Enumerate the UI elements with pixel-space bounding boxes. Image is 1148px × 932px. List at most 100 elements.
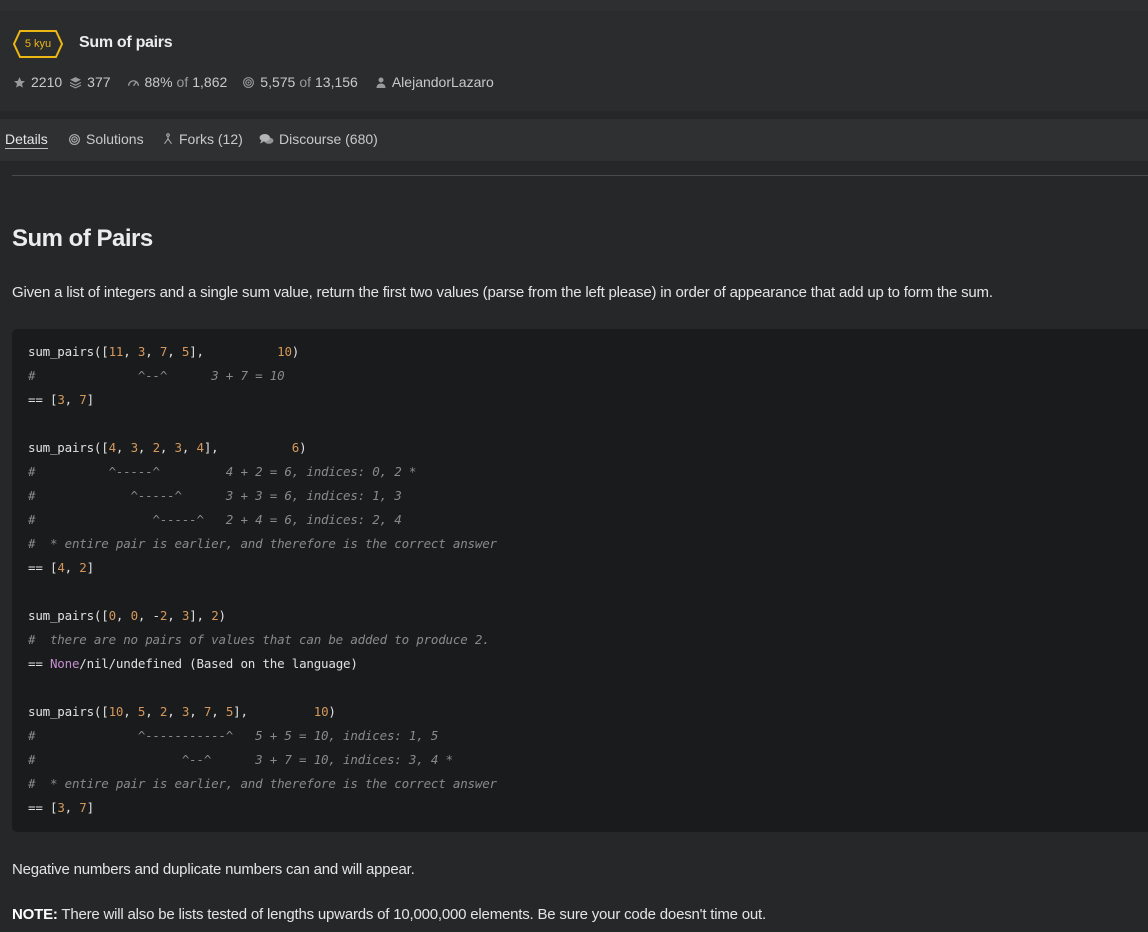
code-token: ,: [159, 440, 175, 455]
code-token: 2: [152, 440, 161, 455]
tab-discourse-label: Discourse (680): [279, 131, 378, 147]
target-icon: [243, 76, 255, 88]
top-strip: [0, 0, 1148, 11]
code-line: == [3, 7]: [28, 388, 94, 412]
code-token: ]: [86, 800, 95, 815]
code-token: ): [328, 704, 336, 719]
code-token: == [: [28, 560, 58, 575]
code-token: ): [218, 608, 227, 623]
code-line: sum_pairs([0, 0, -2, 3], 2): [28, 604, 226, 628]
code-token: sum_pairs([: [28, 704, 109, 719]
completed-stat: 5,575 of 13,156: [242, 74, 358, 90]
code-comment: # ^-----^ 3 + 3 = 6, indices: 1, 3: [28, 488, 402, 503]
tab-solutions[interactable]: Solutions: [68, 131, 144, 147]
stars-count: 2210: [31, 74, 63, 90]
description-paragraph: Negative numbers and duplicate numbers c…: [12, 861, 415, 878]
code-token: ],: [203, 440, 292, 455]
discourse-icon: [259, 133, 274, 144]
code-comment: # * entire pair is earlier, and therefor…: [28, 776, 497, 791]
code-token: ,: [189, 704, 204, 719]
code-comment: # ^-----^ 4 + 2 = 6, indices: 0, 2 *: [28, 464, 417, 479]
code-token: 7: [79, 800, 87, 815]
code-line: # there are no pairs of values that can …: [28, 628, 490, 652]
code-token: 3: [174, 440, 183, 455]
fork-icon: [164, 133, 172, 145]
code-line: sum_pairs([4, 3, 2, 3, 4], 6): [28, 436, 307, 460]
code-token: ,: [167, 704, 182, 719]
description-intro: Given a list of integers and a single su…: [12, 284, 993, 301]
code-token: 7: [79, 392, 87, 407]
tab-details[interactable]: Details: [5, 131, 48, 149]
code-token: ],: [233, 704, 314, 719]
kata-header: 5 kyu Sum of pairs 2210 377 88% of 1,862…: [0, 11, 1148, 111]
code-token: ,: [211, 704, 226, 719]
code-line: sum_pairs([11, 3, 7, 5], 10): [28, 340, 299, 364]
code-token: 6: [291, 440, 300, 455]
code-token: 10: [277, 344, 292, 359]
code-token: ,: [181, 440, 197, 455]
code-token: , -: [137, 608, 160, 623]
tab-solutions-label: Solutions: [86, 131, 144, 147]
kata-title: Sum of pairs: [79, 34, 173, 51]
stars-stat[interactable]: 2210: [13, 74, 62, 90]
code-token: ,: [64, 800, 80, 815]
code-token: ,: [145, 344, 160, 359]
code-token: 3: [130, 440, 139, 455]
collections-stat[interactable]: 377: [69, 74, 111, 90]
code-token: == [: [28, 392, 58, 407]
code-line: # ^-----^ 4 + 2 = 6, indices: 0, 2 *: [28, 460, 416, 484]
kata-tabs: Details Solutions Forks (12) Discourse (…: [0, 119, 1148, 161]
stats-row: 2210 377 88% of 1,862 5,575 of 13,156 Al…: [13, 73, 494, 91]
code-token: ,: [115, 608, 131, 623]
completed-count: 5,575: [260, 74, 296, 90]
author-name: AlejandorLazaro: [391, 74, 494, 90]
tab-forks[interactable]: Forks (12): [162, 131, 243, 147]
tab-discourse[interactable]: Discourse (680): [259, 131, 378, 147]
code-token: sum_pairs([: [28, 344, 109, 359]
rank-badge[interactable]: 5 kyu: [13, 30, 63, 58]
code-token: ],: [189, 608, 212, 623]
code-token: ,: [167, 344, 182, 359]
code-line: # ^-----^ 2 + 4 = 6, indices: 2, 4: [28, 508, 402, 532]
code-token: 0: [108, 608, 117, 623]
code-token: ]: [86, 392, 95, 407]
code-comment: # ^--^ 3 + 7 = 10, indices: 3, 4 *: [28, 752, 453, 767]
tab-details-label: Details: [5, 131, 48, 147]
code-comment: # ^-----------^ 5 + 5 = 10, indices: 1, …: [28, 728, 439, 743]
code-comment: # * entire pair is earlier, and therefor…: [28, 536, 497, 551]
description-heading: Sum of Pairs: [12, 225, 153, 252]
divider: [12, 175, 1148, 176]
code-token: None: [49, 656, 80, 671]
note-paragraph: NOTE: There will also be lists tested of…: [12, 906, 766, 923]
code-token: ,: [64, 392, 80, 407]
code-token: ,: [115, 440, 131, 455]
code-token: ,: [145, 704, 160, 719]
note-label: NOTE:: [12, 906, 58, 923]
code-token: 10: [108, 704, 124, 719]
code-token: 4: [196, 440, 205, 455]
code-token: 4: [57, 560, 65, 575]
code-token: ): [291, 344, 300, 359]
author-link[interactable]: AlejandorLazaro: [375, 74, 494, 90]
code-token: ,: [123, 344, 138, 359]
code-line: # * entire pair is earlier, and therefor…: [28, 772, 497, 796]
code-line: # ^--^ 3 + 7 = 10, indices: 3, 4 *: [28, 748, 453, 772]
code-token: 11: [108, 344, 124, 359]
code-token: ,: [137, 440, 153, 455]
code-token: sum_pairs([: [28, 608, 109, 623]
votes-count: 1,862: [192, 74, 228, 90]
code-token: 0: [130, 608, 139, 623]
code-token: 3: [57, 392, 65, 407]
code-token: ==: [28, 656, 50, 671]
code-token: 10: [313, 704, 329, 719]
code-token: ],: [189, 344, 278, 359]
satisfaction-pct: 88%: [144, 74, 173, 90]
code-token: 4: [108, 440, 117, 455]
code-line: # ^--^ 3 + 7 = 10: [28, 364, 285, 388]
satisfaction-icon: [127, 79, 139, 86]
code-token: ,: [64, 560, 80, 575]
code-token: 3: [57, 800, 65, 815]
code-example-block: sum_pairs([11, 3, 7, 5], 10) # ^--^ 3 + 7…: [12, 329, 1148, 832]
rank-label: 5 kyu: [24, 38, 52, 50]
code-token: ): [299, 440, 307, 455]
